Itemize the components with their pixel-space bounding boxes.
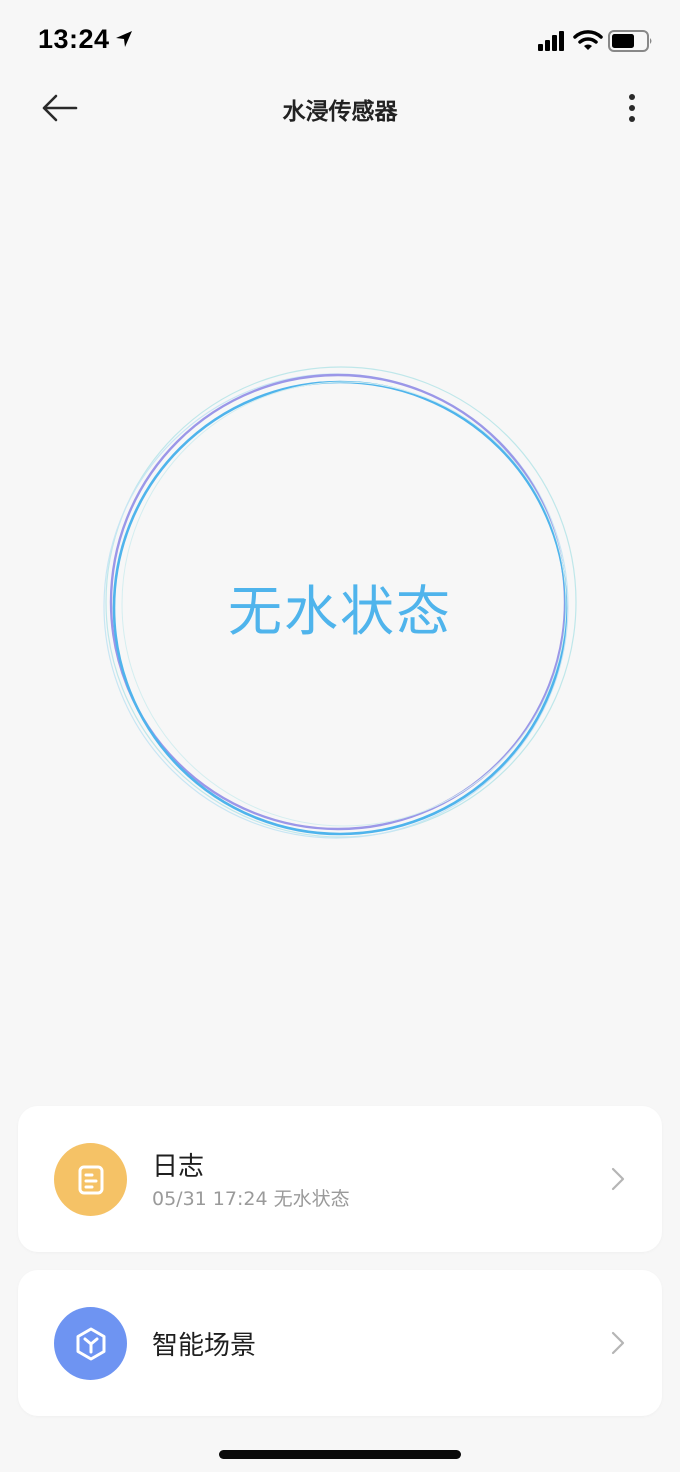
battery-icon bbox=[608, 30, 652, 52]
wifi-icon bbox=[573, 30, 603, 50]
chevron-right-icon bbox=[611, 1331, 625, 1355]
water-status-text: 无水状态 bbox=[228, 579, 452, 643]
log-card-subtitle: 05/31 17:24 无水状态 bbox=[152, 1188, 350, 1210]
smart-scene-icon-circle bbox=[54, 1307, 127, 1380]
log-card-title: 日志 bbox=[152, 1152, 205, 1182]
more-button[interactable] bbox=[614, 88, 650, 128]
more-vertical-icon bbox=[629, 94, 635, 122]
device-screen: 13:24 水浸传感器 无水状态 日志 05/31 17:24 无水状态 智能场… bbox=[0, 0, 680, 1472]
status-bar: 13:24 bbox=[0, 0, 680, 80]
chevron-right-icon bbox=[611, 1167, 625, 1191]
smart-scene-card[interactable]: 智能场景 bbox=[18, 1270, 662, 1416]
log-icon-circle bbox=[54, 1143, 127, 1216]
home-indicator[interactable] bbox=[219, 1450, 461, 1459]
back-button[interactable] bbox=[36, 88, 84, 128]
signal-icon bbox=[538, 31, 564, 51]
status-time: 13:24 bbox=[38, 24, 110, 54]
smart-scene-card-title: 智能场景 bbox=[152, 1331, 257, 1361]
log-card[interactable]: 日志 05/31 17:24 无水状态 bbox=[18, 1106, 662, 1252]
location-arrow-icon bbox=[116, 31, 132, 47]
page-title: 水浸传感器 bbox=[282, 99, 398, 125]
water-status-ring: 无水状态 bbox=[100, 366, 580, 846]
arrow-left-icon bbox=[42, 94, 78, 122]
log-document-icon bbox=[78, 1165, 103, 1194]
smart-scene-icon bbox=[76, 1327, 105, 1360]
